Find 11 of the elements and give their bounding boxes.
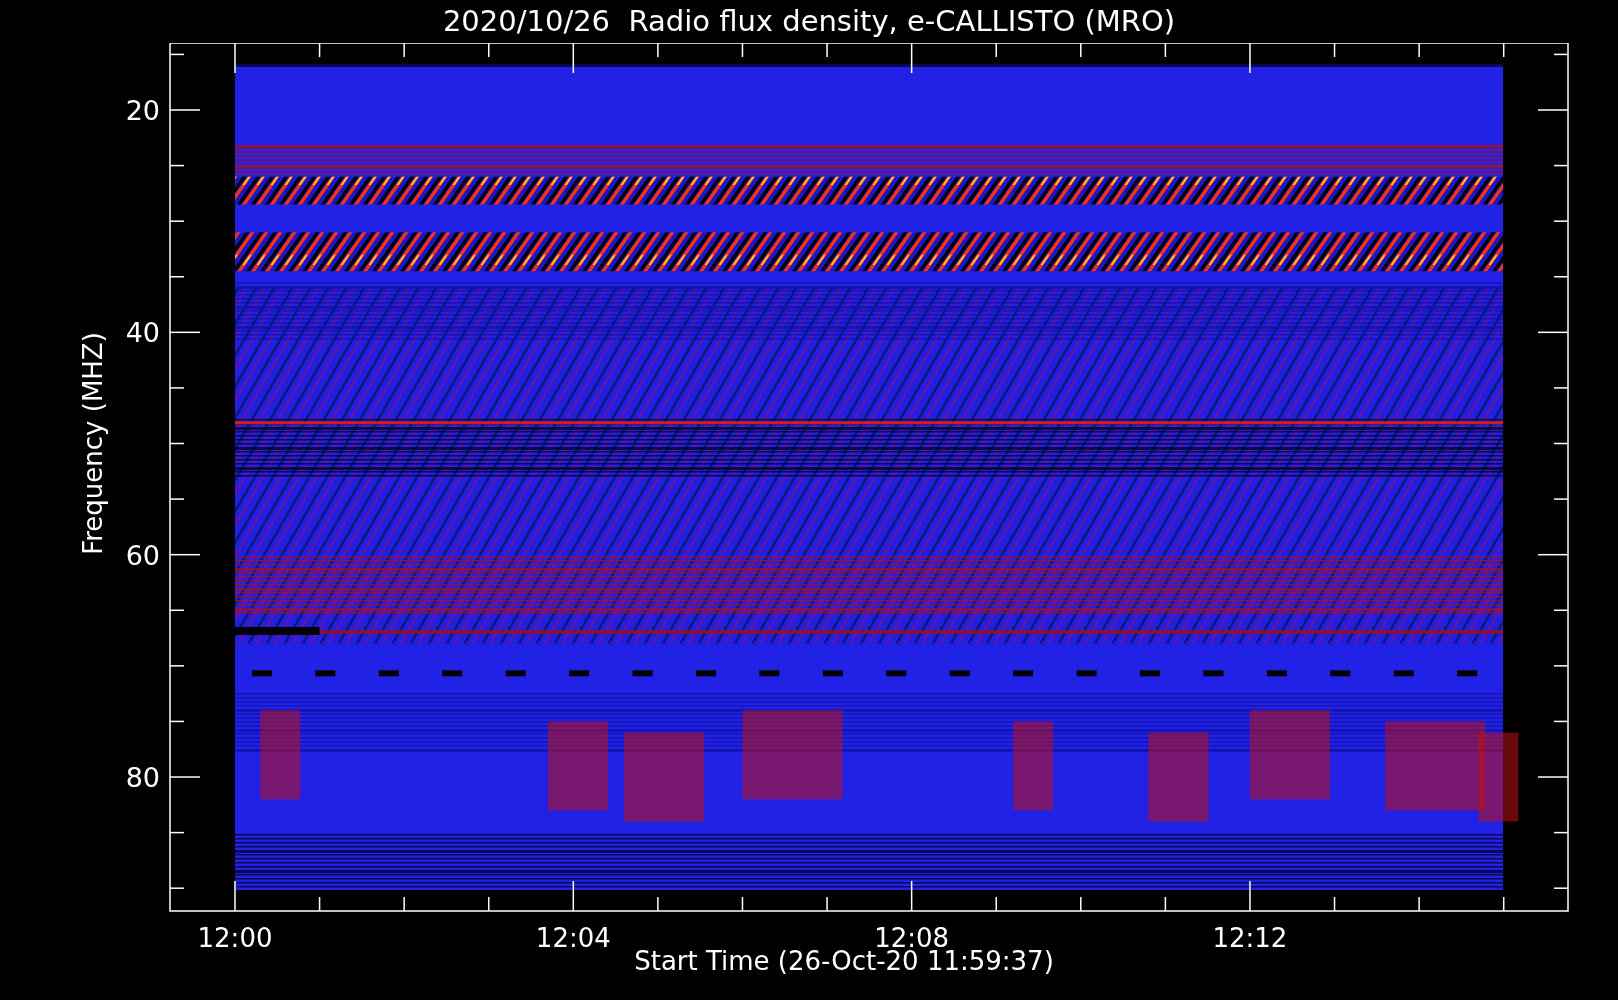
tick-label: 12:12	[1212, 923, 1288, 950]
tick-label: 60	[125, 539, 160, 571]
tick-label: 80	[125, 762, 160, 793]
tick-label: 12:00	[197, 923, 273, 950]
tick-label: 20	[125, 95, 160, 126]
tick-label: 12:08	[874, 923, 950, 950]
chart-title: 2020/10/26 Radio flux density, e-CALLISTO (MRO)	[442, 3, 1176, 40]
axis-label: Frequency (MHZ)	[78, 332, 108, 555]
axis-label: Start Time (26-Oct-20 11:59:37)	[634, 948, 1054, 974]
tick-label: 40	[125, 317, 160, 349]
tick-label: 12:04	[535, 923, 611, 950]
